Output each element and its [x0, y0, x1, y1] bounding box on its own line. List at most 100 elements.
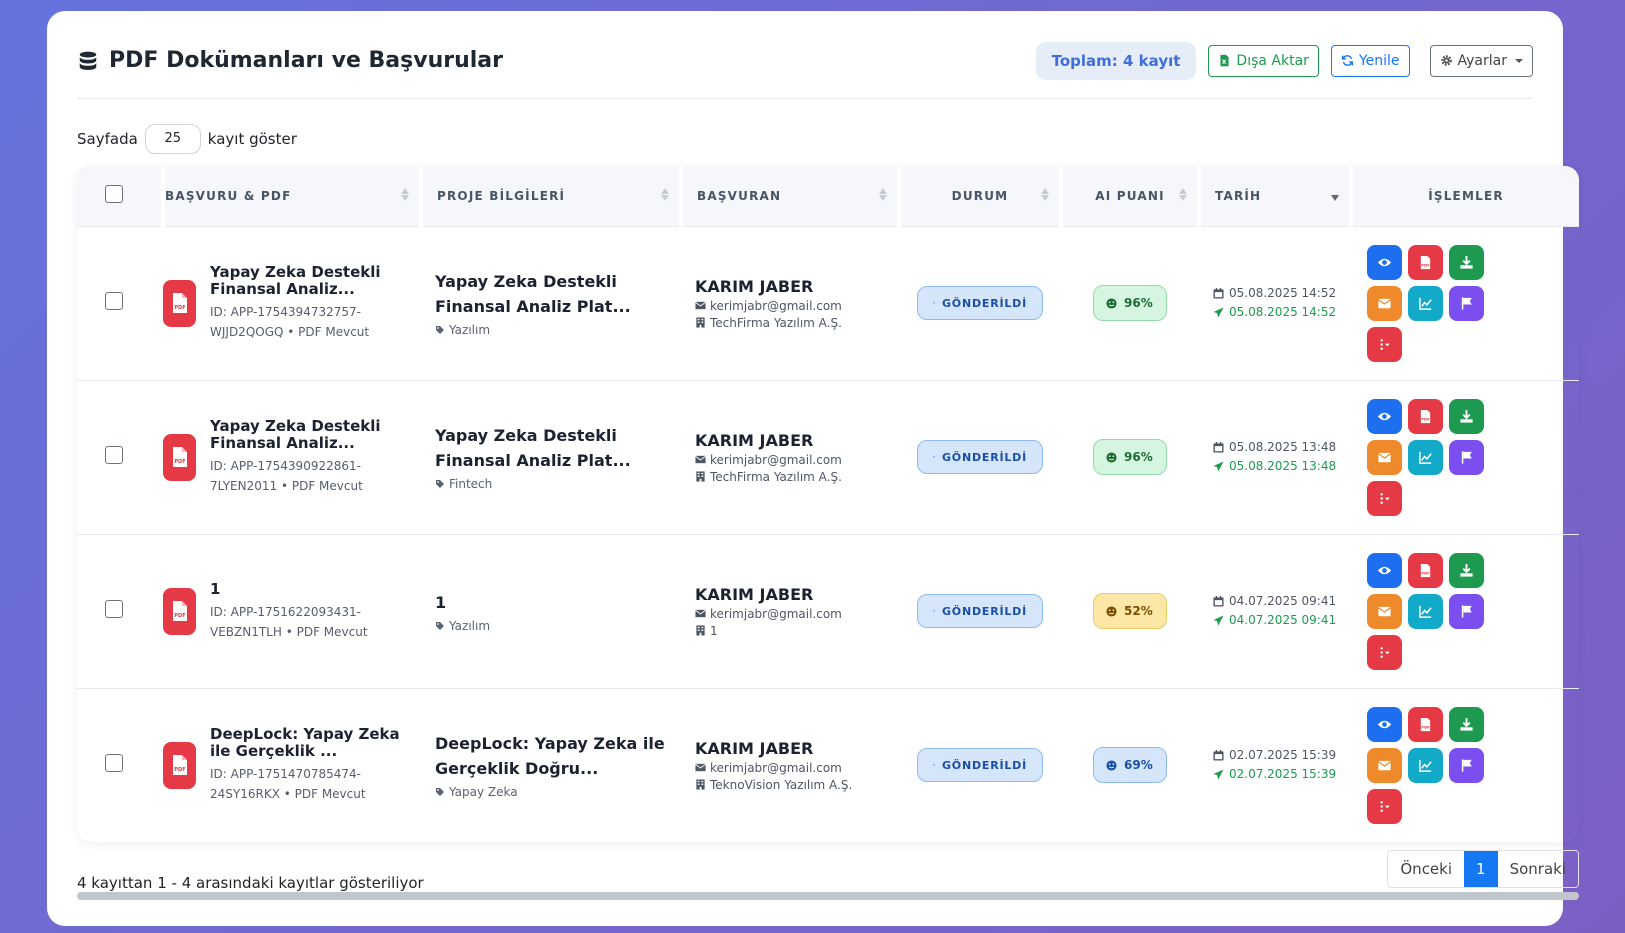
svg-text:PDF: PDF: [1421, 725, 1430, 729]
application-id-line: ID: APP-1751470785474-: [210, 767, 361, 782]
more-vertical-icon: [1380, 800, 1390, 812]
applicant-email: kerimjabr@gmail.com: [695, 299, 899, 313]
application-id-line: 7LYEN2011 • PDF Mevcut: [210, 479, 363, 493]
download-icon: [1460, 563, 1473, 577]
view-button[interactable]: [1367, 706, 1402, 742]
applicant-name: KARIM JABER: [695, 276, 814, 296]
pagination-prev[interactable]: Önceki: [1388, 851, 1464, 887]
ai-score-cell: 69%: [1061, 688, 1199, 842]
flag-button[interactable]: [1449, 285, 1484, 321]
more-actions-dropdown[interactable]: [1367, 788, 1402, 824]
flag-button[interactable]: [1449, 439, 1484, 475]
row-checkbox[interactable]: [105, 600, 123, 618]
svg-text:PDF: PDF: [1421, 571, 1430, 575]
email-button[interactable]: [1367, 285, 1402, 321]
created-date: 04.07.2025 09:41: [1213, 592, 1351, 611]
ai-score-text: 96%: [1124, 296, 1153, 310]
sort-icon: [401, 188, 409, 201]
sent-date: 05.08.2025 13:48: [1213, 457, 1351, 476]
col-header-project[interactable]: PROJE BİLGİLERİ: [421, 166, 683, 226]
download-button[interactable]: [1449, 244, 1484, 280]
email-button[interactable]: [1367, 593, 1402, 629]
pagination-next[interactable]: Sonraki: [1498, 851, 1578, 887]
pagination-page[interactable]: 1: [1464, 851, 1498, 887]
pdf-button[interactable]: PDF: [1408, 244, 1443, 280]
ai-score-badge: 96%: [1093, 439, 1167, 475]
view-button[interactable]: [1367, 244, 1402, 280]
download-button[interactable]: [1449, 552, 1484, 588]
application-id-line: ID: APP-1754390922861-: [210, 459, 361, 473]
application-title[interactable]: DeepLock: Yapay Zeka ile Gerçeklik ...: [210, 726, 421, 760]
horizontal-scrollbar[interactable]: [77, 892, 1579, 900]
analytics-button[interactable]: [1408, 439, 1443, 475]
flag-button[interactable]: [1449, 747, 1484, 783]
export-button[interactable]: Dışa Aktar: [1208, 44, 1319, 77]
created-date-text: 04.07.2025 09:41: [1229, 594, 1337, 608]
more-vertical-icon: [1380, 492, 1390, 504]
pdf-file-icon[interactable]: PDF: [163, 279, 196, 327]
pdf-file-icon[interactable]: PDF: [163, 741, 196, 789]
download-button[interactable]: [1449, 706, 1484, 742]
building-icon: [696, 625, 705, 636]
pdf-file-icon[interactable]: PDF: [163, 587, 196, 635]
face-icon: [1106, 297, 1117, 309]
view-button[interactable]: [1367, 398, 1402, 434]
tag-icon: [436, 480, 444, 488]
tag-icon: [436, 326, 444, 334]
project-category-label: Fintech: [449, 477, 493, 491]
row-checkbox[interactable]: [105, 754, 123, 773]
download-icon: [1460, 409, 1473, 423]
application-title[interactable]: Yapay Zeka Destekli Finansal Analiz...: [210, 264, 421, 298]
ai-score-badge: 96%: [1093, 285, 1167, 321]
col-header-applicant[interactable]: BAŞVURAN: [681, 166, 901, 226]
settings-dropdown[interactable]: Ayarlar: [1429, 44, 1533, 77]
status-badge: GÖNDERİLDİ: [917, 440, 1043, 474]
view-button[interactable]: [1367, 552, 1402, 588]
flag-button[interactable]: [1449, 593, 1484, 629]
email-button[interactable]: [1367, 747, 1402, 783]
page-length-select[interactable]: 25: [144, 124, 201, 154]
project-category: Yazılım: [435, 323, 681, 337]
analytics-button[interactable]: [1408, 285, 1443, 321]
select-cell: [77, 226, 163, 380]
col-header-label: DURUM: [951, 188, 1009, 203]
row-checkbox[interactable]: [105, 292, 123, 310]
applicant-email: kerimjabr@gmail.com: [695, 761, 899, 775]
more-actions-dropdown[interactable]: [1367, 480, 1402, 516]
col-header-date[interactable]: TARİH: [1199, 166, 1353, 226]
eye-icon: [1377, 720, 1392, 728]
date-cell: 05.08.2025 14:52 05.08.2025 14:52: [1199, 226, 1351, 380]
sent-date-text: 05.08.2025 13:48: [1229, 459, 1337, 473]
pdf-button[interactable]: PDF: [1408, 552, 1443, 588]
more-actions-dropdown[interactable]: [1367, 634, 1402, 670]
pdf-file-icon[interactable]: PDF: [163, 433, 196, 481]
col-header-status[interactable]: DURUM: [899, 166, 1063, 226]
applicant-cell: KARIM JABER kerimjabr@gmail.com TechFirm…: [681, 226, 899, 380]
application-id-line: 24SY16RKX • PDF Mevcut: [210, 787, 366, 802]
paper-plane-icon: [1213, 307, 1224, 318]
download-button[interactable]: [1449, 398, 1484, 434]
pdf-button[interactable]: PDF: [1408, 706, 1443, 742]
analytics-button[interactable]: [1408, 747, 1443, 783]
application-title[interactable]: 1: [210, 580, 368, 598]
row-checkbox[interactable]: [105, 446, 123, 464]
analytics-button[interactable]: [1408, 593, 1443, 629]
col-header-application[interactable]: BAŞVURU & PDF: [163, 166, 423, 226]
applicant-company: TeknoVision Yazılım A.Ş.: [695, 778, 899, 792]
file-pdf-icon: PDF: [1420, 255, 1431, 269]
select-all-checkbox[interactable]: [105, 185, 123, 204]
application-title[interactable]: Yapay Zeka Destekli Finansal Analiz...: [210, 418, 421, 452]
email-button[interactable]: [1367, 439, 1402, 475]
refresh-button[interactable]: Yenile: [1330, 44, 1410, 77]
svg-text:PDF: PDF: [174, 767, 185, 773]
envelope-icon: [1378, 760, 1391, 770]
status-cell: GÖNDERİLDİ: [899, 226, 1061, 380]
status-text: GÖNDERİLDİ: [941, 758, 1027, 772]
more-actions-dropdown[interactable]: [1367, 326, 1402, 362]
applicant-cell: KARIM JABER kerimjabr@gmail.com TechFirm…: [681, 380, 899, 534]
sort-icon: [661, 188, 669, 201]
pagination: Önceki 1 Sonraki: [1387, 850, 1579, 888]
col-header-ai-score[interactable]: AI PUANI: [1061, 166, 1201, 226]
paper-plane-icon: [933, 456, 935, 458]
pdf-button[interactable]: PDF: [1408, 398, 1443, 434]
